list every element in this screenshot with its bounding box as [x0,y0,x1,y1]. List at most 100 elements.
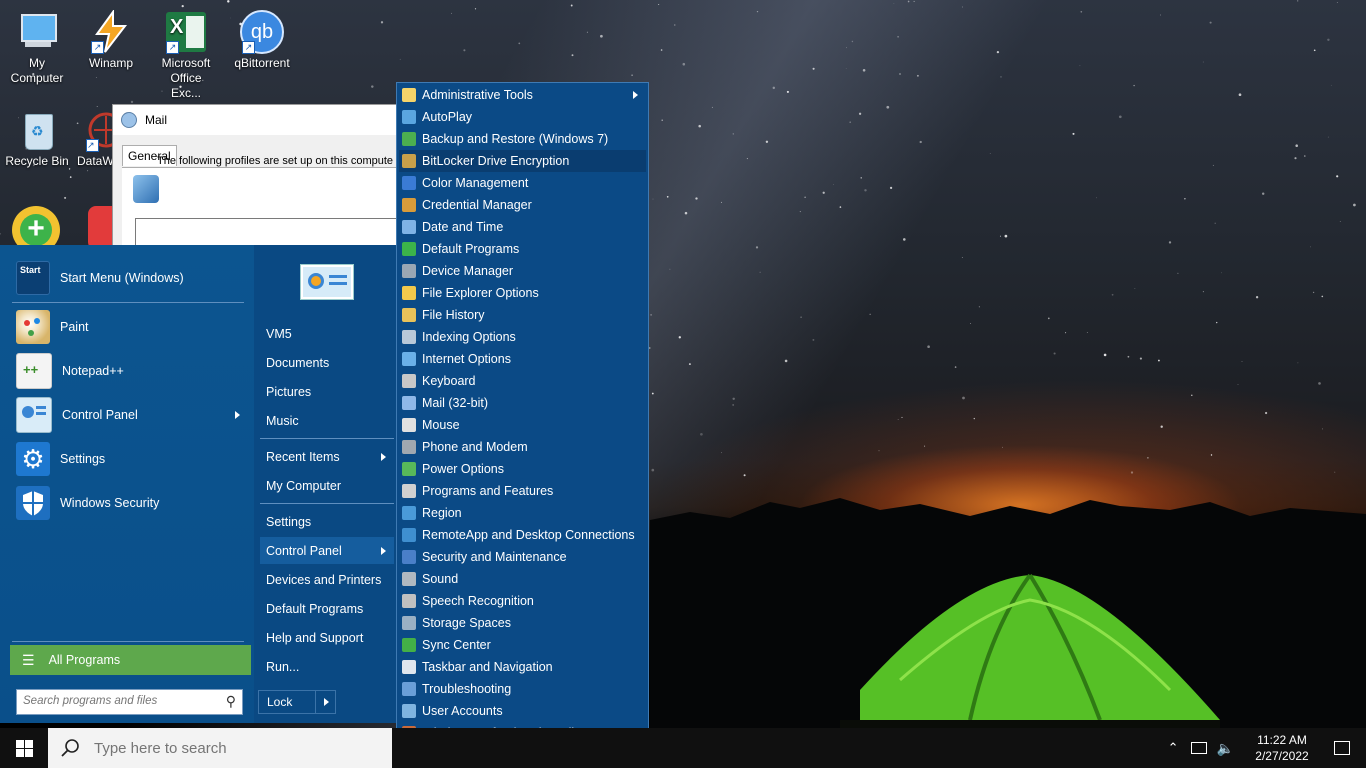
cp-item-troubleshooting[interactable]: Troubleshooting [399,678,646,700]
right-item-vm5[interactable]: VM5 [260,320,394,347]
star [962,396,965,400]
right-item-default-programs[interactable]: Default Programs [260,595,394,622]
cp-item-security-and-maintenance[interactable]: Security and Maintenance [399,546,646,568]
right-item-pictures[interactable]: Pictures [260,378,394,405]
lock-button[interactable]: Lock [258,690,336,714]
right-item-run[interactable]: Run... [260,653,394,680]
right-item-devices-and-printers[interactable]: Devices and Printers [260,566,394,593]
star [1147,457,1149,459]
cp-item-mouse[interactable]: Mouse [399,414,646,436]
desktop-icon-red-app-icon[interactable] [88,206,112,246]
star [860,177,862,179]
star [759,271,761,273]
cp-item-storage-spaces[interactable]: Storage Spaces [399,612,646,634]
star [1184,198,1186,200]
cp-item-label: File Explorer Options [422,286,539,300]
right-item-control-panel[interactable]: Control Panel [260,537,394,564]
cp-item-label: Sound [422,572,459,586]
cp-item-credential-manager[interactable]: Credential Manager [399,194,646,216]
start-menu-item-windows-security[interactable]: Windows Security [10,484,248,522]
taskbar-search-input[interactable] [92,738,376,758]
profiles-icon [133,175,159,203]
cp-item-label: Security and Maintenance [422,550,567,564]
star [1118,115,1122,119]
chevron-right-icon [381,452,386,461]
volume-icon[interactable]: 🔈 [1217,740,1234,757]
cp-item-sync-center[interactable]: Sync Center [399,634,646,656]
taskbar-search[interactable] [48,728,392,768]
mail-dialog-titlebar[interactable]: Mail [113,105,399,135]
notifications-icon[interactable] [1334,741,1350,755]
desktop-icon-recycle-bin[interactable]: ♻ Recycle Bin [0,102,74,169]
star [1157,359,1160,362]
chevron-up-icon[interactable]: ⌃ [1168,740,1179,756]
separator [260,503,394,504]
star [756,10,759,13]
desktop-icon-qbittorrent[interactable]: qb ↗ qBittorrent [225,4,299,71]
cp-item-file-explorer-options[interactable]: File Explorer Options [399,282,646,304]
cp-item-color-management[interactable]: Color Management [399,172,646,194]
cp-item-programs-and-features[interactable]: Programs and Features [399,480,646,502]
desktop-icon-label: Recycle Bin [5,154,69,168]
start-menu-item-notepadpp[interactable]: ++ Notepad++ [10,352,248,390]
desktop-icon-winamp[interactable]: ↗ Winamp [74,4,148,71]
cp-item-device-manager[interactable]: Device Manager [399,260,646,282]
star [897,418,899,421]
star [799,211,801,213]
power-options-arrow[interactable] [315,691,335,713]
cp-item-bitlocker-drive-encryption[interactable]: BitLocker Drive Encryption [399,150,646,172]
start-menu-item-start-menu-windows[interactable]: Start Start Menu (Windows) [10,259,248,297]
right-item-documents[interactable]: Documents [260,349,394,376]
cp-item-label: RemoteApp and Desktop Connections [422,528,635,542]
cp-item-file-history[interactable]: File History [399,304,646,326]
cp-item-autoplay[interactable]: AutoPlay [399,106,646,128]
cp-item-taskbar-and-navigation[interactable]: Taskbar and Navigation [399,656,646,678]
right-item-help-and-support[interactable]: Help and Support [260,624,394,651]
desktop-icon-add-app-icon[interactable]: + [12,206,60,246]
desktop-icon-my-computer[interactable]: My Computer [0,4,74,86]
cp-item-mail-32-bit[interactable]: Mail (32-bit) [399,392,646,414]
right-item-my-computer[interactable]: My Computer [260,472,394,499]
cp-item-remoteapp-and-desktop-connections[interactable]: RemoteApp and Desktop Connections [399,524,646,546]
star [746,158,748,160]
cp-item-power-options[interactable]: Power Options [399,458,646,480]
cp-item-date-and-time[interactable]: Date and Time [399,216,646,238]
start-search-input[interactable] [17,690,219,712]
right-item-settings[interactable]: Settings [260,508,394,535]
start-menu-item-paint[interactable]: Paint [10,308,248,346]
start-menu-item-control-panel[interactable]: Control Panel [10,396,248,434]
desktop-icon-excel[interactable]: X ↗ Microsoft Office Exc... [149,4,223,101]
right-item-music[interactable]: Music [260,407,394,434]
network-icon[interactable] [1190,742,1207,754]
desktop-icon-dataw[interactable]: ↗ DataW [74,102,114,169]
cp-item-region[interactable]: Region [399,502,646,524]
star [649,347,651,349]
separator [260,438,394,439]
clock[interactable]: 11:22 AM 2/27/2022 [1246,732,1318,764]
cp-item-internet-options[interactable]: Internet Options [399,348,646,370]
cp-item-default-programs[interactable]: Default Programs [399,238,646,260]
start-menu-item-label: Control Panel [62,408,138,422]
cp-item-indexing-options[interactable]: Indexing Options [399,326,646,348]
cp-item-speech-recognition[interactable]: Speech Recognition [399,590,646,612]
cp-item-backup-and-restore-windows-7[interactable]: Backup and Restore (Windows 7) [399,128,646,150]
cp-item-user-accounts[interactable]: User Accounts [399,700,646,722]
star [688,363,691,366]
user-picture[interactable] [300,264,354,300]
start-search-box[interactable]: ⚲ [16,689,243,715]
cp-item-keyboard[interactable]: Keyboard [399,370,646,392]
cp-item-phone-and-modem[interactable]: Phone and Modem [399,436,646,458]
all-programs-button[interactable]: ☰ All Programs [10,645,251,675]
search-icon[interactable]: ⚲ [226,693,236,710]
start-menu-item-settings[interactable]: ⚙ Settings [10,440,248,478]
right-item-recent-items[interactable]: Recent Items [260,443,394,470]
cp-item-label: Sync Center [422,638,491,652]
star [1241,361,1243,363]
cp-item-administrative-tools[interactable]: Administrative Tools [399,84,646,106]
star [1261,192,1265,195]
star [812,338,815,341]
star [371,85,374,88]
recycle-bin-icon: ♻ [15,108,59,152]
cp-item-sound[interactable]: Sound [399,568,646,590]
start-button[interactable] [0,728,48,768]
